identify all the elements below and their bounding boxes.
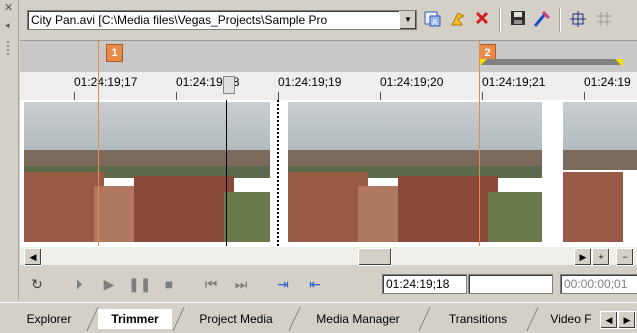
file-selector[interactable]: City Pan.avi [C:\Media files\Vegas_Proje… bbox=[27, 10, 417, 30]
video-thumbnail bbox=[24, 102, 270, 242]
ruler-label: 01:24:19;21 bbox=[482, 75, 546, 89]
marker-2-line bbox=[479, 40, 480, 246]
tab-transitions[interactable]: Transitions bbox=[432, 309, 524, 329]
scroll-right-button[interactable]: ▶ bbox=[574, 248, 592, 266]
auto-marker-icon[interactable] bbox=[448, 10, 468, 30]
trimmer-toolbar: City Pan.avi [C:\Media files\Vegas_Proje… bbox=[20, 0, 637, 40]
tab-explorer[interactable]: Explorer bbox=[14, 309, 84, 329]
video-strip[interactable] bbox=[20, 40, 637, 246]
pause-icon[interactable]: ❚❚ bbox=[128, 274, 151, 294]
docking-grip[interactable]: ✕ ◂ bbox=[0, 0, 19, 300]
previous-frame-icon[interactable]: ⏮ bbox=[200, 274, 222, 294]
play-from-start-icon[interactable]: ⏵ bbox=[68, 274, 90, 294]
tabs-scroll-left-button[interactable]: ◀ bbox=[600, 311, 618, 329]
clip-boundary bbox=[277, 100, 279, 246]
scroll-thumb[interactable] bbox=[358, 248, 392, 266]
scroll-left-button[interactable]: ◀ bbox=[24, 248, 42, 266]
video-thumbnail bbox=[563, 102, 637, 242]
window-docking-tabs: Explorer Trimmer Project Media Media Man… bbox=[0, 302, 637, 333]
save-icon[interactable] bbox=[508, 10, 528, 30]
add-to-project-media-icon[interactable]: A bbox=[423, 10, 443, 30]
ruler-label: 01:24:19;17 bbox=[74, 75, 138, 89]
ruler-label: 01:24:19;20 bbox=[380, 75, 444, 89]
selection-start-display[interactable] bbox=[468, 274, 553, 294]
region-start-flag[interactable] bbox=[479, 59, 487, 67]
time-ruler[interactable]: 01:24:19;17 01:24:19;18 01:24:19;19 01:2… bbox=[20, 72, 637, 101]
tab-media-manager[interactable]: Media Manager bbox=[302, 309, 414, 329]
cursor-time-display[interactable]: 01:24:19;18 bbox=[382, 274, 467, 294]
zoom-in-button[interactable]: + bbox=[592, 248, 610, 266]
playback-cursor bbox=[226, 100, 227, 246]
collapse-icon[interactable]: ◂ bbox=[5, 20, 10, 31]
add-to-timeline-end-icon[interactable]: ⇤ bbox=[304, 274, 326, 294]
remove-icon[interactable] bbox=[472, 10, 492, 30]
file-path: City Pan.avi [C:\Media files\Vegas_Proje… bbox=[31, 13, 328, 27]
ruler-label: 01:24:19 bbox=[584, 75, 631, 89]
tab-trimmer[interactable]: Trimmer bbox=[98, 309, 172, 329]
horizontal-scrollbar[interactable]: ◀ ▶ + − bbox=[20, 246, 637, 266]
grid-icon[interactable] bbox=[594, 10, 614, 30]
marker-1[interactable]: 1 bbox=[106, 44, 123, 62]
ruler-label: 01:24:19;19 bbox=[278, 75, 342, 89]
region-end-flag[interactable] bbox=[615, 59, 623, 67]
next-frame-icon[interactable]: ⏭ bbox=[230, 274, 252, 294]
cursor-handle[interactable] bbox=[223, 76, 235, 94]
region-bar[interactable] bbox=[479, 59, 623, 65]
play-icon[interactable]: ▶ bbox=[98, 274, 120, 294]
loop-icon[interactable]: ↻ bbox=[26, 274, 48, 294]
tab-video-fx[interactable]: Video F bbox=[542, 309, 600, 329]
selection-length-display[interactable]: 00:00:00;01 bbox=[560, 274, 637, 294]
stop-icon[interactable]: ■ bbox=[158, 274, 180, 294]
video-thumbnail bbox=[288, 102, 542, 242]
chevron-down-icon[interactable]: ▼ bbox=[399, 11, 416, 29]
grip-handle[interactable] bbox=[6, 40, 10, 56]
zoom-out-button[interactable]: − bbox=[616, 248, 634, 266]
svg-text:A: A bbox=[432, 18, 438, 27]
add-to-timeline-start-icon[interactable]: ⇥ bbox=[272, 274, 294, 294]
region-select-icon[interactable] bbox=[568, 10, 588, 30]
properties-icon[interactable] bbox=[532, 10, 552, 30]
marker-1-line bbox=[98, 40, 99, 246]
close-icon[interactable]: ✕ bbox=[4, 1, 13, 14]
tabs-scroll-right-button[interactable]: ▶ bbox=[618, 311, 636, 329]
transport-bar: ↻ ⏵ ▶ ❚❚ ■ ⏮ ⏭ ⇥ ⇤ 01:24:19;18 00:00:00;… bbox=[20, 266, 637, 302]
tab-project-media[interactable]: Project Media bbox=[186, 309, 286, 329]
marker-bar[interactable]: 1 2 bbox=[20, 40, 637, 73]
